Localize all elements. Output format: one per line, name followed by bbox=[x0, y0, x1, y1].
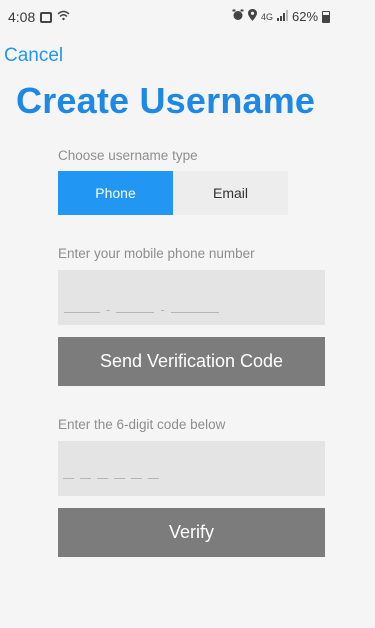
battery-percent: 62% bbox=[292, 9, 319, 24]
battery-icon bbox=[322, 10, 331, 23]
signal-icon bbox=[277, 9, 289, 24]
username-type-toggle: Phone Email bbox=[58, 171, 288, 215]
phone-option-button[interactable]: Phone bbox=[58, 171, 173, 215]
network-type-icon: 4G bbox=[261, 11, 274, 22]
code-digit-blank bbox=[97, 478, 108, 479]
phone-separator: - bbox=[106, 302, 111, 317]
code-digit-blank bbox=[131, 478, 142, 479]
phone-number-mask: - - bbox=[64, 302, 219, 317]
phone-number-input[interactable]: - - bbox=[58, 270, 325, 325]
verification-code-input[interactable] bbox=[58, 441, 325, 496]
code-digit-blank bbox=[80, 478, 91, 479]
phone-separator: - bbox=[160, 302, 165, 317]
page-title: Create Username bbox=[16, 80, 316, 121]
email-option-button[interactable]: Email bbox=[173, 171, 288, 215]
prefix-blank bbox=[116, 312, 155, 313]
code-mask bbox=[63, 478, 159, 479]
cancel-button[interactable]: Cancel bbox=[4, 45, 63, 67]
send-verification-code-button[interactable]: Send Verification Code bbox=[58, 337, 325, 386]
gallery-icon bbox=[40, 11, 53, 23]
verification-code-label: Enter the 6-digit code below bbox=[58, 417, 226, 432]
line-number-blank bbox=[170, 312, 219, 313]
code-digit-blank bbox=[63, 478, 74, 479]
status-left: 4:08 bbox=[8, 9, 70, 25]
wifi-icon bbox=[57, 10, 70, 24]
status-bar: 4:08 4G 62% bbox=[0, 0, 375, 30]
status-right: 4G 62% bbox=[232, 9, 331, 24]
code-digit-blank bbox=[114, 478, 125, 479]
phone-number-label: Enter your mobile phone number bbox=[58, 246, 255, 261]
alarm-icon bbox=[232, 9, 244, 24]
username-type-label: Choose username type bbox=[58, 148, 198, 163]
create-username-screen: 4:08 4G 62% Cancel Create Username Choos… bbox=[0, 0, 375, 628]
status-time: 4:08 bbox=[8, 9, 36, 25]
location-icon bbox=[248, 9, 257, 24]
verify-button[interactable]: Verify bbox=[58, 508, 325, 557]
area-code-blank bbox=[64, 312, 100, 313]
code-digit-blank bbox=[148, 478, 159, 479]
